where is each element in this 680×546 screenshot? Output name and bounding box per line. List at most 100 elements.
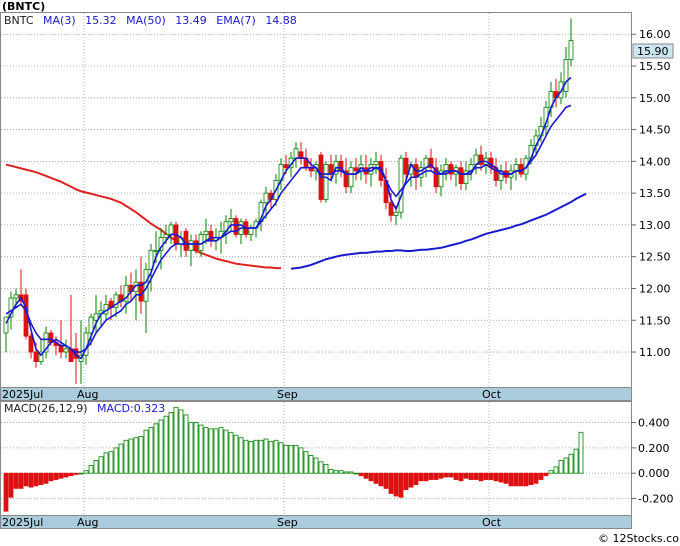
macd-bar [433, 472, 439, 480]
macd-bar [33, 472, 39, 487]
macd-bar [243, 439, 249, 474]
macd-bar [513, 472, 519, 487]
macd-bar [118, 443, 124, 474]
macd-bar [138, 436, 144, 474]
macd-date-axis-label: 2025Jul [2, 516, 43, 529]
macd-bar [563, 457, 569, 474]
macd-tick-label: 0.200 [638, 442, 670, 455]
macd-bar [163, 415, 169, 474]
macd-tick-label: 0.400 [638, 417, 670, 430]
macd-bar [398, 472, 404, 498]
macd-bar [323, 463, 329, 474]
macd-bar [503, 472, 509, 484]
candle-body [298, 151, 304, 159]
candle-body [58, 345, 64, 353]
price-tick-label: 13.50 [639, 187, 671, 200]
macd-bar [193, 422, 199, 474]
macd-bar [88, 465, 94, 474]
macd-bar [38, 472, 44, 486]
macd-bar [153, 423, 159, 474]
macd-bar [473, 472, 479, 480]
candle-body [398, 157, 404, 213]
macd-bar [373, 472, 379, 484]
macd-bar [488, 472, 494, 480]
macd-bar [333, 470, 339, 474]
macd-bar [108, 451, 114, 474]
macd-bar [423, 472, 429, 482]
macd-bar [548, 470, 554, 474]
macd-bar [308, 455, 314, 474]
macd-bar [168, 411, 174, 474]
price-tick-label: 13.00 [639, 219, 671, 232]
date-axis-label: 2025Jul [2, 388, 43, 401]
candle-body [293, 148, 299, 159]
macd-bar [58, 472, 64, 479]
price-tick-label: 14.50 [639, 124, 671, 137]
macd-bar [273, 439, 279, 474]
candle-body [513, 164, 519, 172]
macd-bar [483, 472, 489, 480]
candle-body [63, 348, 69, 353]
macd-bar [3, 472, 9, 512]
macd-bar [498, 472, 504, 483]
watermark: © 12Stocks.com [598, 532, 680, 545]
macd-bar [568, 453, 574, 474]
candle-body [348, 167, 354, 188]
macd-tick-label: 0.000 [638, 467, 670, 480]
macd-bar [223, 429, 229, 474]
macd-bar [158, 419, 164, 474]
price-tick-label: 11.00 [639, 346, 671, 359]
price-tick-label: 12.50 [639, 251, 671, 264]
macd-bar [268, 441, 274, 474]
macd-bar [528, 472, 534, 486]
legend-ma3-value: 15.32 [85, 14, 117, 27]
macd-bar [443, 472, 449, 478]
legend-ma50-label: MA(50) [126, 14, 166, 27]
macd-bar [48, 472, 54, 482]
macd-bar [413, 472, 419, 486]
macd-bar [278, 442, 284, 474]
candle-body [563, 59, 569, 92]
macd-bar [263, 438, 269, 474]
macd-bar [458, 472, 464, 482]
macd-bar [508, 472, 514, 487]
legend-ma50-value: 13.49 [175, 14, 207, 27]
macd-bar [18, 472, 24, 489]
macd-bar [403, 472, 409, 491]
macd-bar [23, 472, 29, 487]
stock-chart: 11.00 11.50 12.00 12.50 13.00 13.50 14.00 14.50… [0, 0, 680, 545]
macd-bar [178, 409, 184, 474]
macd-bar [143, 429, 149, 474]
candle-body [203, 230, 209, 235]
macd-bar [173, 406, 179, 474]
macd-bar [188, 422, 194, 474]
macd-bar [128, 438, 134, 474]
candle-body [153, 249, 159, 252]
candle-body [168, 224, 174, 235]
candle-body [163, 234, 169, 239]
macd-bar [298, 447, 304, 474]
macd-date-axis-label: Aug [77, 516, 98, 529]
macd-bar [113, 447, 119, 474]
macd-bar [13, 472, 19, 489]
macd-bar [238, 437, 244, 474]
candle-body [183, 230, 189, 251]
macd-date-axis-label: Sep [277, 516, 298, 529]
candle-body [373, 160, 379, 165]
macd-bar [438, 472, 444, 479]
macd-bar [93, 460, 99, 474]
macd-bar [78, 472, 84, 475]
candle-body [193, 240, 199, 251]
macd-bar [533, 472, 539, 484]
price-panel-frame [0, 12, 632, 388]
macd-bar [208, 428, 214, 474]
macd-bar [538, 472, 544, 480]
candle-body [323, 164, 329, 200]
macd-bar [183, 414, 189, 474]
candle-body [248, 227, 254, 235]
legend-ema7-value: 14.88 [265, 14, 297, 27]
macd-legend-value: MACD:0.323 [97, 402, 165, 415]
macd-bar [368, 472, 374, 482]
macd-bar [98, 456, 104, 474]
macd-bar [493, 472, 499, 482]
